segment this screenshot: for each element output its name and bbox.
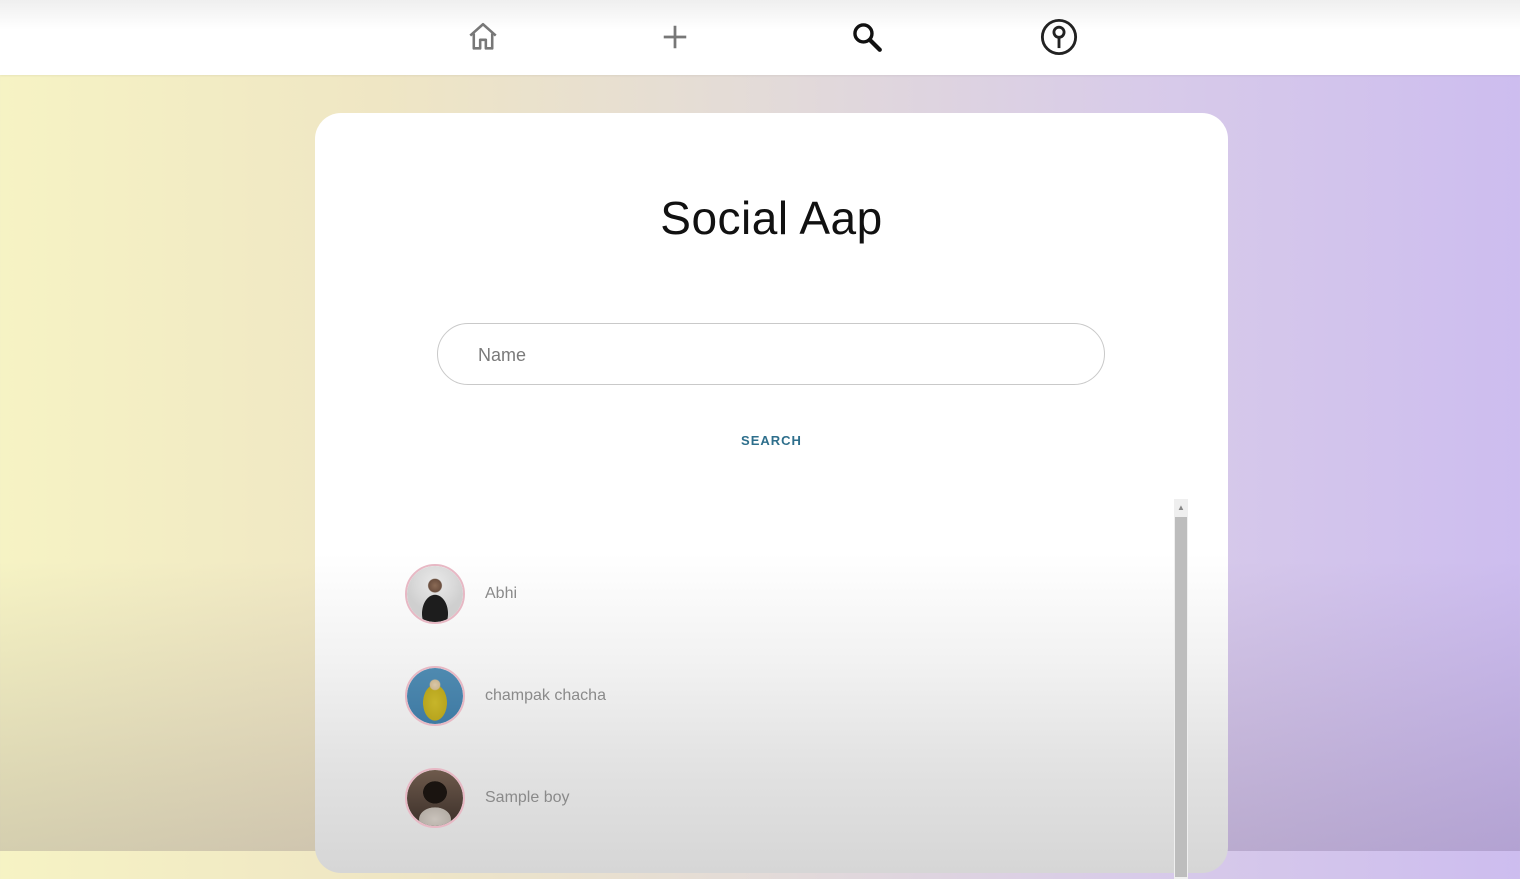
search-card: Social Aap SEARCH Abhi champak chacha — [315, 113, 1228, 879]
name-search-field[interactable] — [437, 323, 1105, 386]
nav-profile-button[interactable] — [1039, 17, 1079, 57]
plus-icon — [663, 25, 687, 49]
user-name: Abhi — [485, 585, 518, 602]
avatar — [405, 768, 465, 828]
profile-icon — [1040, 18, 1078, 56]
search-icon — [853, 23, 882, 52]
user-name: Sample boy — [485, 789, 570, 806]
page-title: Social Aap — [660, 192, 883, 244]
search-button[interactable]: SEARCH — [315, 433, 1228, 448]
home-icon — [469, 22, 497, 50]
nav-search-button[interactable] — [847, 17, 887, 57]
search-results-list: Abhi champak chacha Sample boy — [405, 543, 1165, 849]
list-item[interactable]: Abhi — [405, 543, 1165, 645]
name-search-input[interactable] — [476, 324, 1080, 386]
scroll-thumb[interactable] — [1175, 517, 1187, 877]
avatar — [405, 564, 465, 624]
avatar — [405, 666, 465, 726]
nav-create-button[interactable] — [655, 17, 695, 57]
nav-home-button[interactable] — [463, 17, 503, 57]
results-scrollbar[interactable]: ▲ — [1174, 499, 1188, 879]
top-navbar — [0, 0, 1520, 75]
list-item[interactable]: champak chacha — [405, 645, 1165, 747]
user-name: champak chacha — [485, 687, 606, 704]
list-item[interactable]: Sample boy — [405, 747, 1165, 849]
scroll-up-icon[interactable]: ▲ — [1174, 499, 1188, 515]
